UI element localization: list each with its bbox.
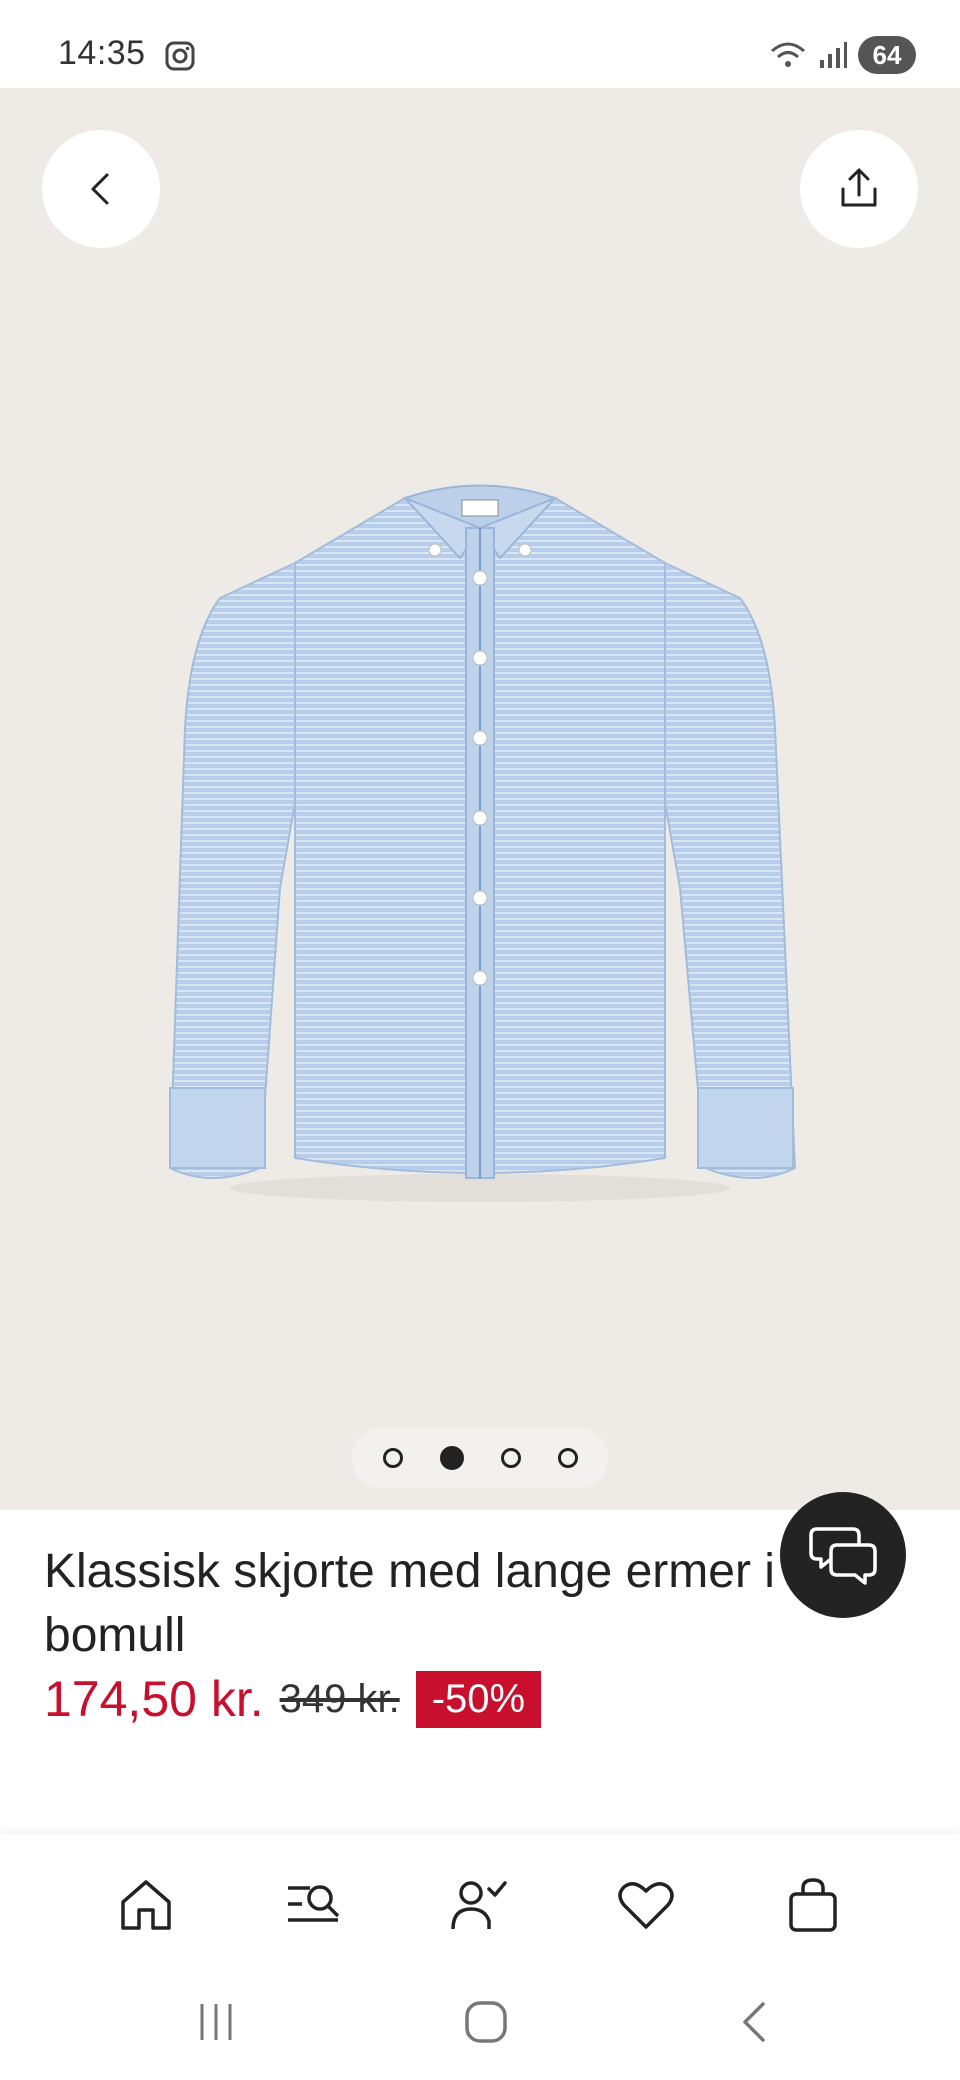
carousel-dot[interactable] [382, 1448, 403, 1468]
carousel-indicator[interactable] [352, 1428, 608, 1488]
status-bar: 14:35 64 [0, 0, 960, 88]
wifi-icon [771, 42, 805, 67]
recent-apps-button[interactable] [186, 1992, 246, 2052]
original-price: 349 kr. [279, 1676, 400, 1721]
discount-badge: -50% [415, 1670, 542, 1728]
status-icons: 64 [768, 36, 916, 74]
bag-icon [789, 1878, 837, 1932]
carousel-dot[interactable] [557, 1448, 578, 1468]
sale-price: 174,50 kr. [44, 1671, 264, 1727]
home-button-icon [465, 2001, 507, 2043]
chat-button[interactable] [780, 1492, 906, 1618]
product-shirt-image [168, 484, 797, 1202]
status-time: 14:35 [58, 34, 146, 72]
home-system-button[interactable] [456, 1992, 516, 2052]
nav-account-button[interactable] [446, 1872, 512, 1938]
carousel-dot-active[interactable] [439, 1446, 464, 1470]
chat-bubbles-icon [809, 1527, 877, 1585]
home-icon [121, 1880, 171, 1930]
product-image-carousel[interactable] [0, 88, 960, 1510]
back-icon [743, 2002, 765, 2042]
bottom-navigation [0, 1834, 960, 1974]
nav-favorites-button[interactable] [613, 1872, 679, 1938]
system-navigation [0, 1974, 960, 2080]
instagram-icon [165, 41, 195, 71]
share-icon [841, 168, 877, 207]
nav-home-button[interactable] [113, 1872, 179, 1938]
nav-search-button[interactable] [280, 1872, 346, 1938]
back-button[interactable] [42, 130, 160, 248]
carousel-dot[interactable] [500, 1448, 521, 1468]
recent-apps-icon [200, 2004, 232, 2040]
search-icon [288, 1885, 340, 1922]
share-button[interactable] [800, 130, 918, 248]
price-row: 174,50 kr. 349 kr. -50% [44, 1670, 542, 1728]
nav-bag-button[interactable] [780, 1872, 846, 1938]
signal-icon [820, 42, 847, 68]
account-icon [451, 1881, 507, 1930]
heart-icon [618, 1882, 674, 1929]
battery-icon: 64 [858, 36, 916, 74]
product-title: Klassisk skjorte med lange ermer i bomul… [44, 1545, 775, 1662]
system-back-button[interactable] [725, 1992, 785, 2052]
chevron-left-icon [91, 173, 109, 205]
